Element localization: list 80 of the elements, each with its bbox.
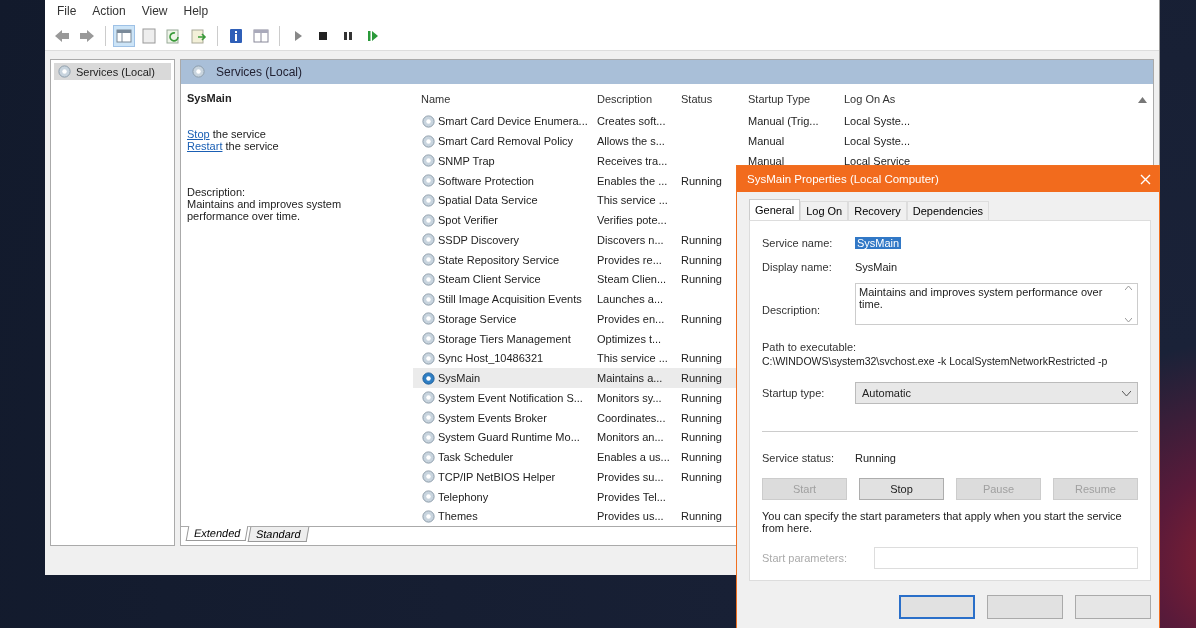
startup-type: Manual: [748, 135, 786, 148]
field-label: Path to executable:: [762, 341, 858, 354]
service-name: SSDP Discovery: [421, 232, 597, 248]
service-description: This service ...: [597, 352, 669, 365]
service-name: Software Protection: [421, 173, 597, 189]
service-title: SysMain: [187, 91, 233, 104]
field-label: Start parameters:: [762, 552, 848, 565]
service-status: Running: [681, 273, 723, 286]
service-status: Running: [681, 510, 723, 523]
description-label: Description:: [187, 185, 247, 198]
service-status: Running: [681, 431, 723, 444]
service-description: Provides Tel...: [597, 490, 667, 503]
service-name: Smart Card Device Enumera...: [421, 113, 597, 129]
pane-title: Services (Local): [216, 64, 303, 79]
service-name: Themes: [421, 508, 597, 524]
service-status: Running: [681, 451, 723, 464]
service-name: TCP/IP NetBIOS Helper: [421, 469, 597, 485]
service-status: Running: [681, 470, 723, 483]
service-description: Coordinates...: [597, 411, 667, 424]
field-label: Service status:: [762, 452, 836, 465]
service-description: Optimizes t...: [597, 332, 663, 345]
dialog-title: SysMain Properties (Local Computer): [747, 173, 939, 186]
field-label: Description:: [762, 304, 822, 317]
service-description: Enables the ...: [597, 174, 669, 187]
service-description: Monitors an...: [597, 431, 665, 444]
service-name-value: SysMain: [855, 237, 902, 250]
service-name: Sync Host_10486321: [421, 350, 597, 366]
service-name: System Guard Runtime Mo...: [421, 429, 597, 445]
service-description: Provides re...: [597, 253, 663, 266]
service-description: Steam Clien...: [597, 273, 668, 286]
service-description: Allows the s...: [597, 135, 666, 148]
service-description: Provides us...: [597, 510, 665, 523]
service-description: Creates soft...: [597, 115, 667, 128]
hint-text: You can specify the start parameters that apply when you start the service from here.: [762, 510, 1123, 535]
service-status: Running: [681, 352, 723, 365]
service-description: Verifies pote...: [597, 214, 668, 227]
service-name: Storage Service: [421, 311, 597, 327]
log-on-as: Local Syste...: [844, 135, 912, 148]
startup-type: Manual (Trig...: [748, 115, 820, 128]
service-name: Storage Tiers Management: [421, 331, 597, 347]
service-description: Provides su...: [597, 470, 665, 483]
service-status: Running: [681, 372, 723, 385]
action-sentence: Restart the service: [187, 139, 280, 152]
service-description: This service ...: [597, 194, 669, 207]
service-name: SysMain: [421, 370, 597, 386]
service-status: Running: [681, 312, 723, 325]
service-status: Running: [681, 233, 723, 246]
service-description: Provides en...: [597, 312, 666, 325]
log-on-as: Local Service: [844, 154, 912, 167]
service-description: Receives tra...: [597, 154, 669, 167]
service-name: Steam Client Service: [421, 271, 597, 287]
service-status: Running: [681, 174, 723, 187]
field-label: Display name:: [762, 261, 833, 274]
display-name-value: SysMain: [855, 261, 899, 274]
log-on-as: Local Syste...: [844, 115, 912, 128]
service-name: System Events Broker: [421, 410, 597, 426]
action-sentence: Stop the service: [187, 127, 267, 140]
service-name: Spot Verifier: [421, 212, 597, 228]
service-name: SNMP Trap: [421, 153, 597, 169]
field-label: Service name:: [762, 237, 834, 250]
service-name: System Event Notification S...: [421, 390, 597, 406]
service-status-value: Running: [855, 452, 897, 465]
service-name: Task Scheduler: [421, 449, 597, 465]
executable-path: C:\WINDOWS\system32\svchost.exe -k LocalSystemNetworkRestricted -p: [762, 355, 1109, 368]
startup-type: Manual: [748, 154, 786, 167]
service-status: Running: [681, 391, 723, 404]
service-name: Spatial Data Service: [421, 192, 597, 208]
service-description: Discovers n...: [597, 233, 665, 246]
service-name: Smart Card Removal Policy: [421, 133, 597, 149]
service-description: Maintains a...: [597, 372, 664, 385]
service-name: Still Image Acquisition Events: [421, 291, 597, 307]
description-text: Maintains and improves system performance over time.: [187, 197, 343, 222]
service-description: Launches a...: [597, 293, 665, 306]
service-description: Monitors sy...: [597, 391, 663, 404]
service-status: Running: [681, 411, 723, 424]
field-label: Startup type:: [762, 387, 826, 400]
service-description: Enables a us...: [597, 451, 671, 464]
service-name: Telephony: [421, 489, 597, 505]
service-name: State Repository Service: [421, 252, 597, 268]
service-status: Running: [681, 253, 723, 266]
